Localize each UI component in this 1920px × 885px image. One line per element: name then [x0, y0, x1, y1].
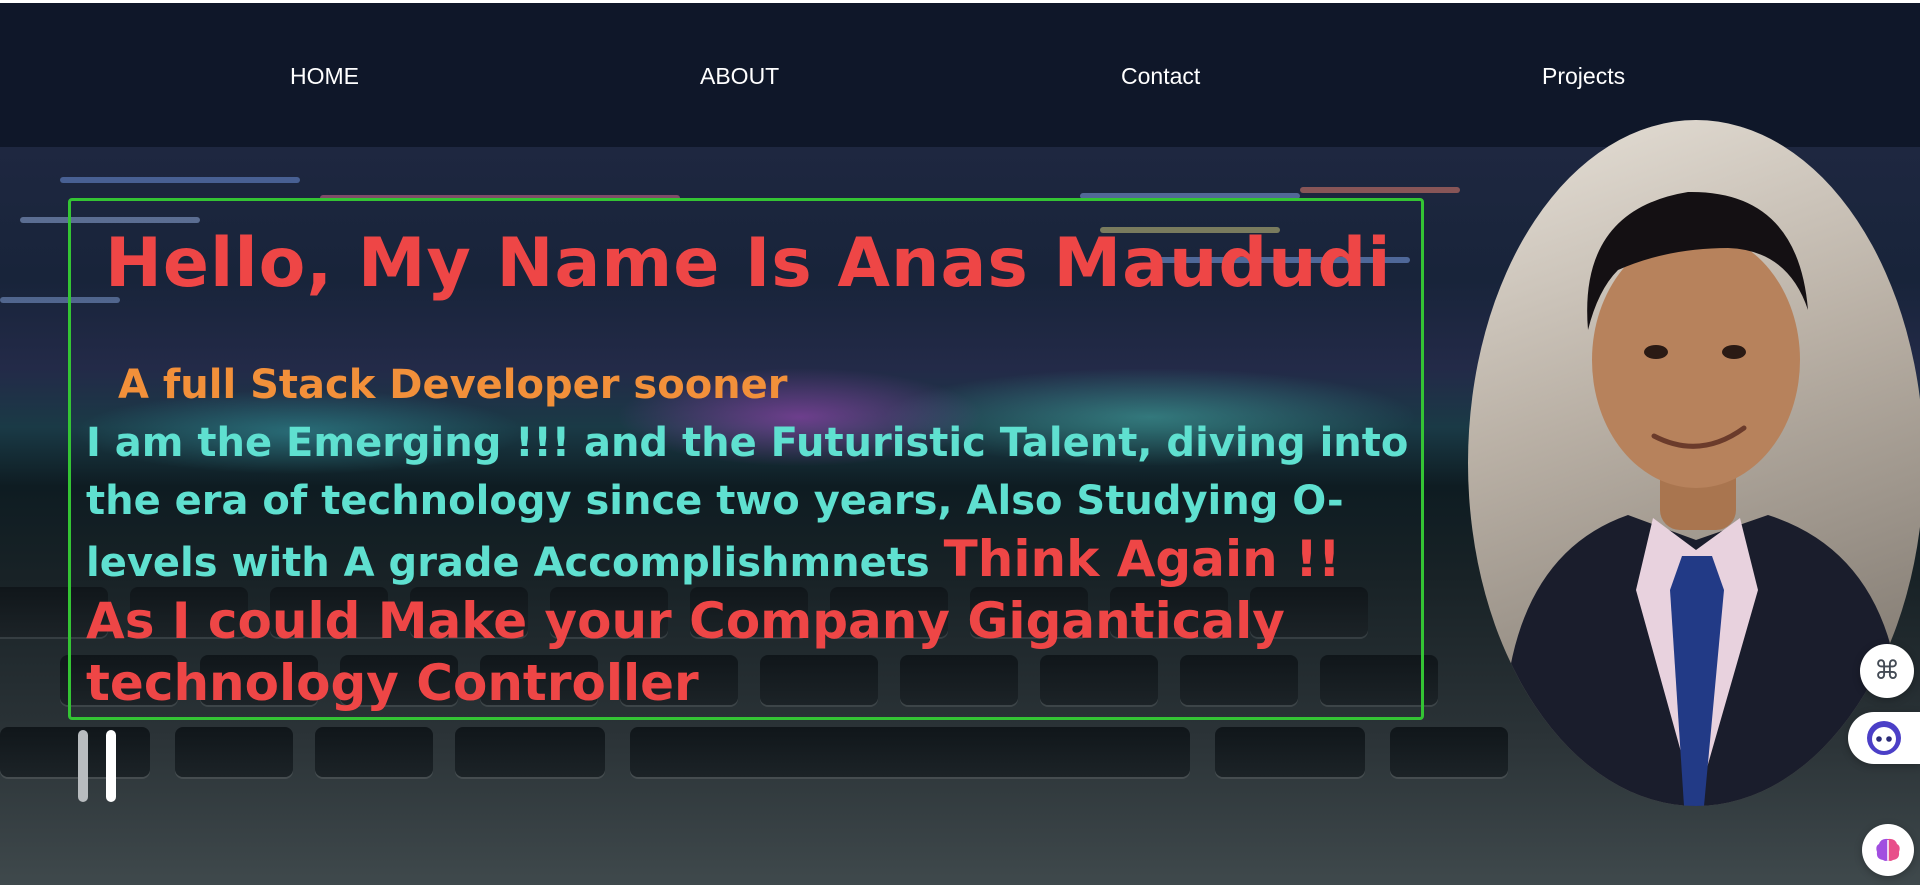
pause-bar-left[interactable] [78, 730, 88, 802]
portrait-illustration [1508, 191, 1908, 806]
keyboard-key [1390, 727, 1508, 777]
command-button[interactable]: ⌘ [1860, 644, 1914, 698]
keyboard-key [455, 727, 605, 777]
profile-photo [1468, 120, 1920, 806]
subtitle-text: A full Stack Developer sooner [118, 362, 788, 408]
nav-about-link[interactable]: ABOUT [700, 63, 779, 90]
nav-projects-link[interactable]: Projects [1542, 63, 1625, 90]
nav-contact-link[interactable]: Contact [1121, 63, 1200, 90]
keyboard-key [630, 727, 1190, 777]
keyboard-key [0, 727, 150, 777]
keyboard-key [1215, 727, 1365, 777]
bio-paragraph: I am the Emerging !!! and the Futuristic… [86, 414, 1416, 716]
command-icon: ⌘ [1874, 656, 1900, 686]
keyboard-key [315, 727, 433, 777]
greeting-heading: Hello, My Name Is Anas Maududi [105, 224, 1392, 303]
pause-bar-right[interactable] [106, 730, 116, 802]
keyboard-key [175, 727, 293, 777]
brain-icon [1876, 838, 1900, 861]
bg-code-line [60, 177, 300, 183]
brain-button[interactable] [1862, 824, 1914, 876]
assistant-face-icon [1867, 721, 1901, 755]
assistant-button[interactable] [1848, 712, 1920, 764]
nav-home-link[interactable]: HOME [290, 63, 359, 90]
top-navbar: HOME ABOUT Contact Projects [0, 3, 1920, 147]
bg-code-line [1300, 187, 1460, 193]
